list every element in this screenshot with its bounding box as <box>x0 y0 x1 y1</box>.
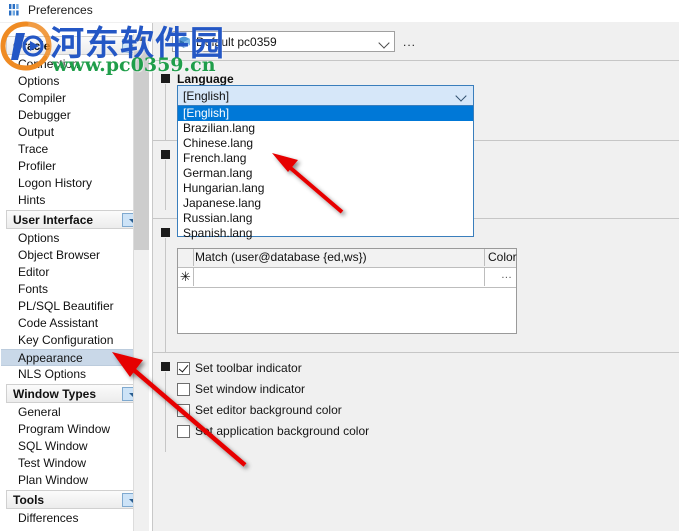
package-icon <box>178 36 190 48</box>
sidebar-scrollbar[interactable] <box>133 34 149 531</box>
language-option-russian[interactable]: Russian.lang <box>178 211 473 226</box>
preferences-content: Language [English] [English] Brazilian.l… <box>153 60 679 531</box>
scrollbar-thumb[interactable] <box>134 50 149 250</box>
collapse-square-icon[interactable] <box>161 228 170 237</box>
sidebar-item-test-window[interactable]: Test Window <box>1 455 145 472</box>
sidebar-item-sql-window[interactable]: SQL Window <box>1 438 145 455</box>
config-profile-combobox[interactable]: Default pc0359 <box>172 31 395 52</box>
table-header-row: Match (user@database {ed,ws}) Color <box>178 249 517 268</box>
language-option-german[interactable]: German.lang <box>178 166 473 181</box>
table-header-marker <box>178 249 194 266</box>
sidebar-item-key-configuration[interactable]: Key Configuration <box>1 332 145 349</box>
section-rail <box>165 372 166 452</box>
language-option-hungarian[interactable]: Hungarian.lang <box>178 181 473 196</box>
sidebar-item-connection[interactable]: Connection <box>1 56 145 73</box>
sidebar-item-fonts[interactable]: Fonts <box>1 281 145 298</box>
color-picker-button[interactable]: ... <box>501 269 512 281</box>
sidebar-item-plsql-beautifier[interactable]: PL/SQL Beautifier <box>1 298 145 315</box>
sidebar-item-trace[interactable]: Trace <box>1 141 145 158</box>
checkbox-box[interactable] <box>177 404 190 417</box>
section-title-language: Language <box>177 72 234 86</box>
language-option-spanish[interactable]: Spanish.lang <box>178 226 473 241</box>
checkbox-box[interactable] <box>177 362 190 375</box>
preferences-tree[interactable]: Oracle Connection Options Compiler Debug… <box>0 23 153 531</box>
table-row[interactable]: ✳ ... <box>178 268 516 288</box>
tree-group-label: Oracle <box>13 39 51 53</box>
sidebar-item-output[interactable]: Output <box>1 124 145 141</box>
sidebar-item-logon-history[interactable]: Logon History <box>1 175 145 192</box>
checkbox-label: Set window indicator <box>195 382 306 396</box>
sidebar-item-code-assistant[interactable]: Code Assistant <box>1 315 145 332</box>
window-title: Preferences <box>28 3 93 17</box>
window-titlebar: Preferences <box>0 0 679 22</box>
collapse-square-icon[interactable] <box>161 362 170 371</box>
scroll-up-arrow-icon[interactable] <box>137 36 145 41</box>
tree-group-label: User Interface <box>13 213 94 227</box>
sidebar-item-debugger[interactable]: Debugger <box>1 107 145 124</box>
language-combobox[interactable]: [English] <box>177 85 474 106</box>
checkbox-box[interactable] <box>177 383 190 396</box>
sidebar-item-program-window[interactable]: Program Window <box>1 421 145 438</box>
sidebar-item-profiler[interactable]: Profiler <box>1 158 145 175</box>
sidebar-item-ui-options[interactable]: Options <box>1 230 145 247</box>
language-option-french[interactable]: French.lang <box>178 151 473 166</box>
tree-group-label: Window Types <box>13 387 97 401</box>
tree-group-label: Tools <box>13 493 45 507</box>
section-rail <box>165 160 166 210</box>
sidebar-item-compiler[interactable]: Compiler <box>1 90 145 107</box>
sidebar-item-editor[interactable]: Editor <box>1 264 145 281</box>
tree-group-tools[interactable]: Tools <box>6 490 146 509</box>
config-profile-value: Default pc0359 <box>196 35 277 49</box>
chevron-down-icon[interactable] <box>455 90 467 102</box>
language-option-chinese[interactable]: Chinese.lang <box>178 136 473 151</box>
section-rail <box>165 84 166 140</box>
section-divider <box>153 60 679 61</box>
language-option-english[interactable]: [English] <box>178 106 473 121</box>
connection-indicators-table[interactable]: Match (user@database {ed,ws}) Color ✳ ..… <box>177 248 517 334</box>
config-toolbar: Default pc0359 ... <box>153 23 679 60</box>
connection-indicators-table-wrap: Match (user@database {ed,ws}) Color ✳ ..… <box>153 248 679 338</box>
language-option-japanese[interactable]: Japanese.lang <box>178 196 473 211</box>
config-more-button[interactable]: ... <box>403 35 416 49</box>
language-dropdown-list[interactable]: [English] Brazilian.lang Chinese.lang Fr… <box>177 106 474 240</box>
checkbox-label: Set editor background color <box>195 403 342 417</box>
collapse-square-icon[interactable] <box>161 150 170 159</box>
tree-group-window-types[interactable]: Window Types <box>6 384 146 403</box>
table-header-color: Color <box>484 249 517 266</box>
sidebar-item-general[interactable]: General <box>1 404 145 421</box>
new-row-marker-icon: ✳ <box>178 268 194 286</box>
language-selected-value: [English] <box>183 89 230 103</box>
tree-group-user-interface[interactable]: User Interface <box>6 210 146 229</box>
sidebar-item-plan-window[interactable]: Plan Window <box>1 472 145 489</box>
language-option-brazilian[interactable]: Brazilian.lang <box>178 121 473 136</box>
sidebar-item-nls-options[interactable]: NLS Options <box>1 366 145 383</box>
tree-group-oracle[interactable]: Oracle <box>6 36 146 55</box>
checkbox-label: Set application background color <box>195 424 370 438</box>
color-picker-cell[interactable]: ... <box>484 268 516 286</box>
table-header-match: Match (user@database {ed,ws}) <box>195 250 367 264</box>
sidebar-item-object-browser[interactable]: Object Browser <box>1 247 145 264</box>
preferences-icon <box>9 4 19 16</box>
chevron-down-icon[interactable] <box>378 37 390 49</box>
sidebar-item-hints[interactable]: Hints <box>1 192 145 209</box>
collapse-square-icon[interactable] <box>161 74 170 83</box>
checkbox-label: Set toolbar indicator <box>195 361 302 375</box>
sidebar-item-options[interactable]: Options <box>1 73 145 90</box>
section-divider <box>153 352 679 353</box>
sidebar-item-differences[interactable]: Differences <box>1 510 145 527</box>
checkbox-box[interactable] <box>177 425 190 438</box>
sidebar-item-appearance[interactable]: Appearance <box>1 349 145 366</box>
